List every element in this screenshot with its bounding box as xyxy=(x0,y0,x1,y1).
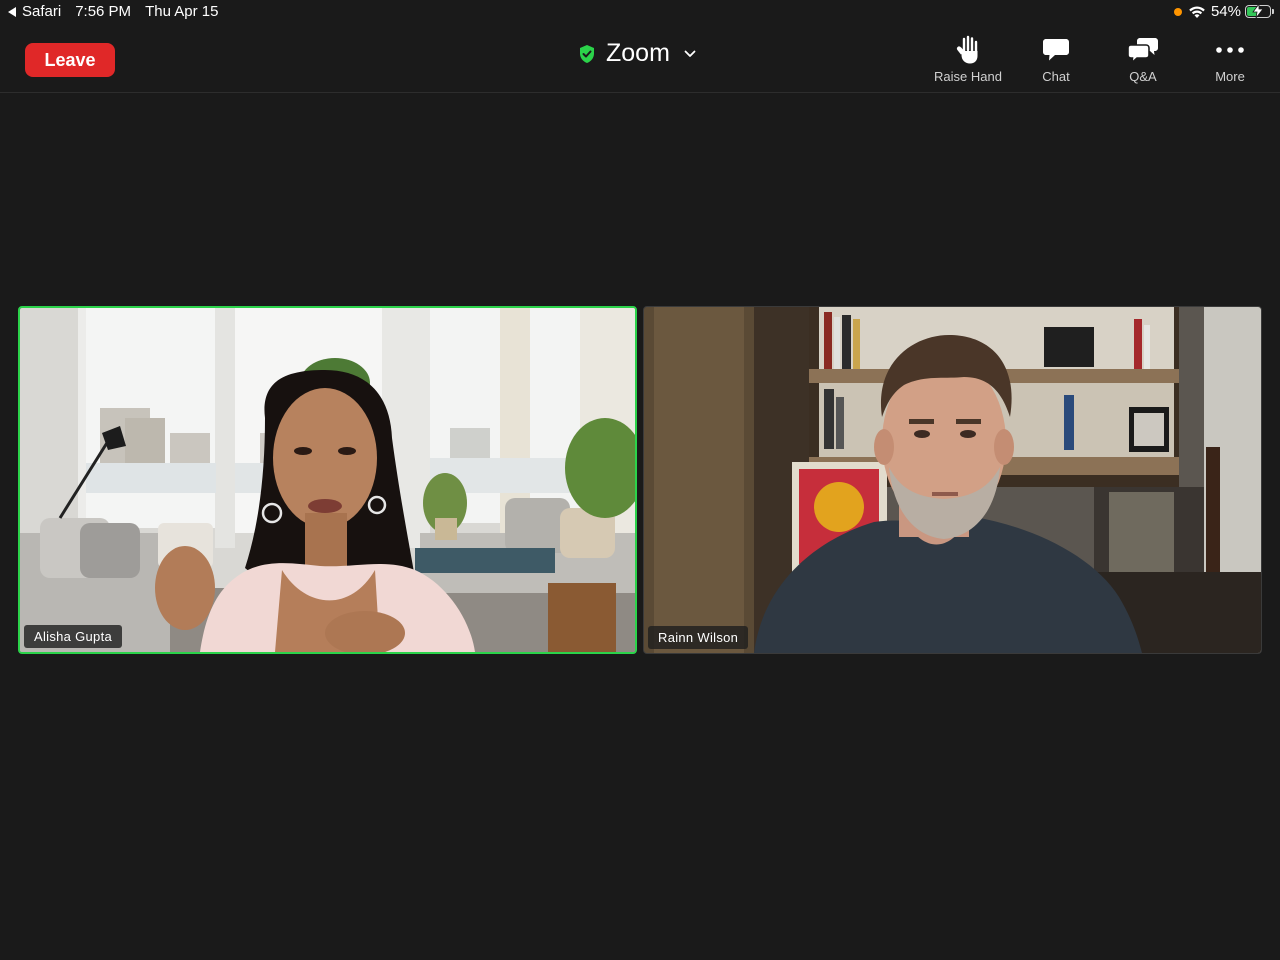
status-bar: Safari 7:56 PM Thu Apr 15 54% xyxy=(0,0,1280,24)
status-right: 54% xyxy=(1173,3,1274,20)
battery-percent: 54% xyxy=(1210,3,1241,20)
back-arrow-icon[interactable] xyxy=(8,6,16,17)
meeting-title: Zoom xyxy=(606,39,670,67)
participant-video xyxy=(644,307,1261,653)
more-icon xyxy=(1215,35,1245,65)
mic-indicator-dot xyxy=(1173,7,1182,16)
meeting-title-dropdown[interactable]: Zoom xyxy=(578,39,696,68)
meeting-toolbar: Leave Zoom Raise Hand Chat Q&A More xyxy=(0,24,1280,93)
leave-button[interactable]: Leave xyxy=(25,43,115,77)
charging-bolt-icon xyxy=(1252,4,1264,18)
video-tile-alisha-gupta[interactable]: Alisha Gupta xyxy=(18,306,637,654)
battery-cap xyxy=(1272,9,1274,14)
status-date: Thu Apr 15 xyxy=(145,3,219,20)
raise-hand-button[interactable]: Raise Hand xyxy=(928,35,1008,85)
chat-button[interactable]: Chat xyxy=(1016,35,1096,85)
chevron-down-icon xyxy=(684,50,696,58)
qa-label: Q&A xyxy=(1129,69,1157,84)
chat-label: Chat xyxy=(1042,69,1070,84)
status-time: 7:56 PM xyxy=(75,3,132,20)
back-app-label[interactable]: Safari xyxy=(22,3,61,20)
qa-icon xyxy=(1127,35,1159,65)
shield-check-icon xyxy=(578,44,596,64)
wifi-icon xyxy=(1189,6,1205,18)
participant-video xyxy=(20,308,635,652)
raise-hand-icon xyxy=(955,35,981,65)
video-tile-rainn-wilson[interactable]: Rainn Wilson xyxy=(643,306,1262,654)
participant-name-label: Alisha Gupta xyxy=(24,625,123,648)
participant-name-label: Rainn Wilson xyxy=(648,626,749,649)
raise-hand-label: Raise Hand xyxy=(934,69,1002,84)
battery-icon xyxy=(1245,4,1271,18)
qa-button[interactable]: Q&A xyxy=(1103,35,1183,85)
more-button[interactable]: More xyxy=(1190,35,1270,85)
status-left: Safari 7:56 PM Thu Apr 15 xyxy=(8,3,218,20)
more-label: More xyxy=(1215,69,1245,84)
chat-icon xyxy=(1042,35,1070,65)
